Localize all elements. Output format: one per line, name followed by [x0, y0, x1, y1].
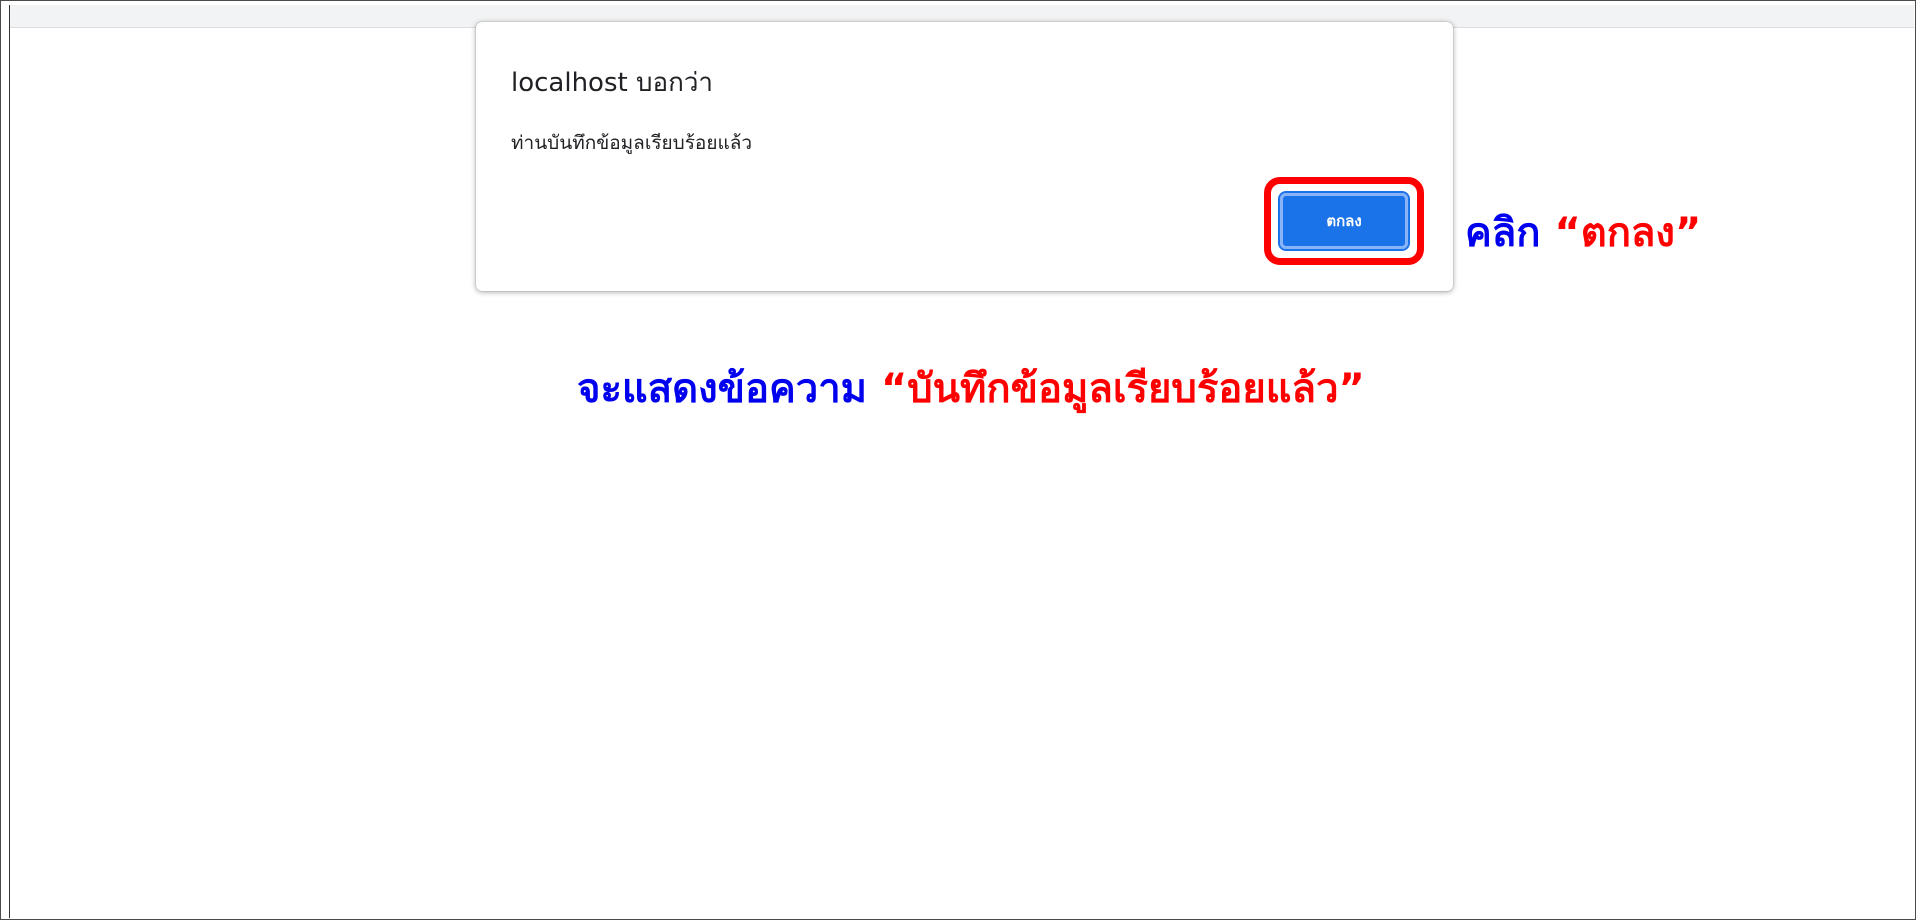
result-instruction: จะแสดงข้อความ “บันทึกข้อมูลเรียบร้อยแล้ว…: [577, 356, 1365, 420]
result-instruction-prefix: จะแสดงข้อความ: [577, 366, 868, 412]
click-instruction-target: “ตกลง”: [1554, 210, 1702, 256]
viewport-left-border: [9, 5, 10, 918]
dialog-title: localhost บอกว่า: [511, 68, 714, 98]
click-instruction: คลิก “ตกลง”: [1465, 200, 1701, 264]
click-instruction-prefix: คลิก: [1465, 210, 1541, 256]
result-instruction-message: “บันทึกข้อมูลเรียบร้อยแล้ว”: [880, 366, 1365, 412]
dialog-message: ท่านบันทึกข้อมูลเรียบร้อยแล้ว: [511, 132, 753, 154]
ok-button[interactable]: ตกลง: [1278, 191, 1410, 251]
alert-dialog: localhost บอกว่า ท่านบันทึกข้อมูลเรียบร้…: [476, 22, 1453, 291]
